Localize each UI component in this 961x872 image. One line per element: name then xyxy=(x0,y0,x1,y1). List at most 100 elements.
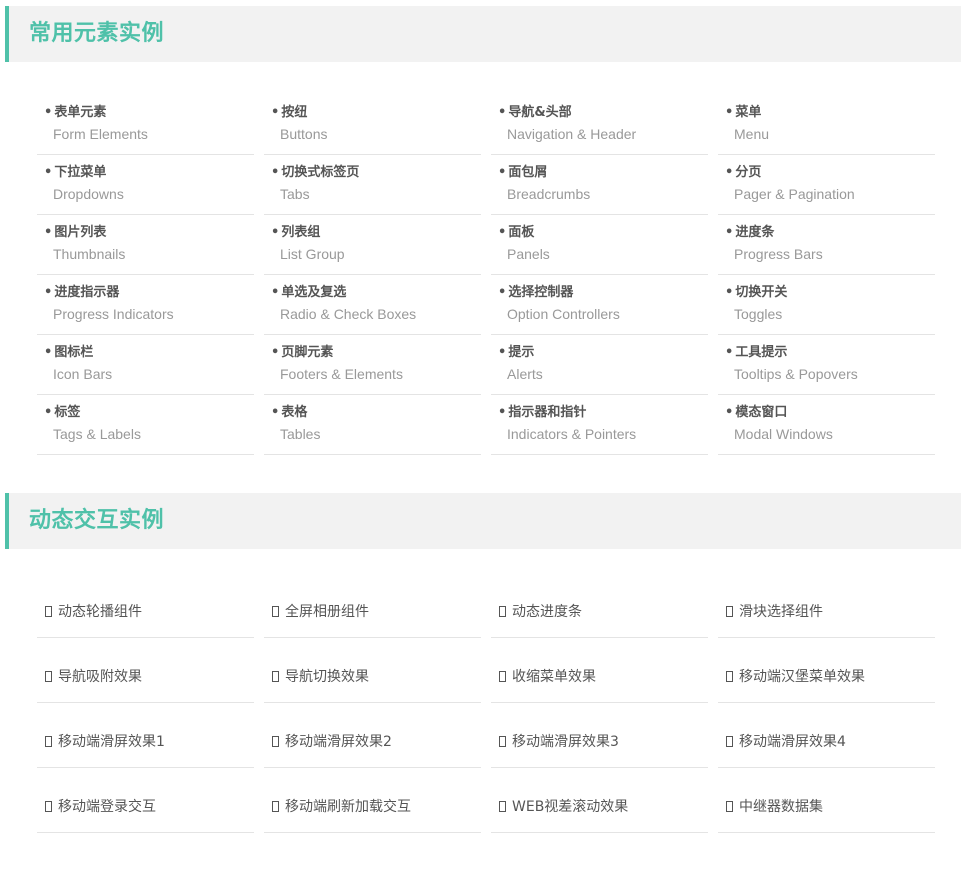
element-card-cn: 单选及复选 xyxy=(281,285,347,300)
page-icon xyxy=(726,801,733,812)
element-card-en: Indicators & Pointers xyxy=(507,426,637,442)
section-title: 动态交互实例 xyxy=(29,508,165,533)
element-card-cn: 进度条 xyxy=(735,225,775,240)
element-card-title: • 面板 xyxy=(498,224,708,242)
example-link[interactable]: 移动端滑屏效果3 xyxy=(491,703,708,768)
example-link[interactable]: 收缩菜单效果 xyxy=(491,638,708,703)
element-card[interactable]: • 下拉菜单 Dropdowns xyxy=(37,155,254,215)
example-link[interactable]: 移动端滑屏效果4 xyxy=(718,703,935,768)
element-card[interactable]: • 模态窗口 Modal Windows xyxy=(718,395,935,455)
element-card-title: • 指示器和指针 xyxy=(498,404,708,422)
example-link[interactable]: 导航切换效果 xyxy=(264,638,481,703)
element-card-en: Thumbnails xyxy=(53,246,126,262)
element-card[interactable]: • 页脚元素 Footers & Elements xyxy=(264,335,481,395)
example-link-label: 动态进度条 xyxy=(512,604,582,620)
element-card-cn: 工具提示 xyxy=(735,345,788,360)
example-link[interactable]: 移动端滑屏效果2 xyxy=(264,703,481,768)
page-icon xyxy=(45,801,52,812)
element-card[interactable]: • 表格 Tables xyxy=(264,395,481,455)
example-link[interactable]: 移动端滑屏效果1 xyxy=(37,703,254,768)
page-icon xyxy=(499,801,506,812)
bullet-icon: • xyxy=(725,225,734,240)
element-card[interactable]: • 进度指示器 Progress Indicators xyxy=(37,275,254,335)
bullet-icon: • xyxy=(44,165,53,180)
example-link[interactable]: 导航吸附效果 xyxy=(37,638,254,703)
element-card-en: Radio & Check Boxes xyxy=(280,306,417,322)
element-card-cn: 面板 xyxy=(508,225,535,240)
element-card-cn: 切换开关 xyxy=(735,285,788,300)
element-card-cn: 选择控制器 xyxy=(508,285,574,300)
example-link-label: 移动端登录交互 xyxy=(58,799,156,815)
element-card[interactable]: • 选择控制器 Option Controllers xyxy=(491,275,708,335)
element-card-cn: 提示 xyxy=(508,345,535,360)
example-link[interactable]: 移动端汉堡菜单效果 xyxy=(718,638,935,703)
element-card-title: • 图片列表 xyxy=(44,224,254,242)
example-link-label: WEB视差滚动效果 xyxy=(512,799,629,815)
element-card[interactable]: • 列表组 List Group xyxy=(264,215,481,275)
page-icon xyxy=(726,671,733,682)
element-card-en: Icon Bars xyxy=(53,366,113,382)
bullet-icon: • xyxy=(271,105,280,120)
element-card-en: Option Controllers xyxy=(507,306,620,322)
element-card-title: • 表单元素 xyxy=(44,104,254,122)
element-card[interactable]: • 工具提示 Tooltips & Popovers xyxy=(718,335,935,395)
element-card[interactable]: • 图片列表 Thumbnails xyxy=(37,215,254,275)
element-card[interactable]: • 分页 Pager & Pagination xyxy=(718,155,935,215)
element-card-en: Tooltips & Popovers xyxy=(734,366,858,382)
element-card-en: Progress Bars xyxy=(734,246,823,262)
element-card-en: Dropdowns xyxy=(53,186,124,202)
element-card-cn: 图标栏 xyxy=(54,345,94,360)
example-link-label: 移动端滑屏效果2 xyxy=(285,734,392,750)
element-card-en: Breadcrumbs xyxy=(507,186,591,202)
element-card[interactable]: • 导航&头部 Navigation & Header xyxy=(491,95,708,155)
bullet-icon: • xyxy=(44,225,53,240)
element-card-cn: 指示器和指针 xyxy=(508,405,587,420)
element-card-en: Pager & Pagination xyxy=(734,186,855,202)
example-link[interactable]: 滑块选择组件 xyxy=(718,573,935,638)
example-link[interactable]: 动态轮播组件 xyxy=(37,573,254,638)
example-link[interactable]: 移动端登录交互 xyxy=(37,768,254,833)
element-card-title: • 分页 xyxy=(725,164,935,182)
example-link[interactable]: 全屏相册组件 xyxy=(264,573,481,638)
element-card-title: • 下拉菜单 xyxy=(44,164,254,182)
element-card[interactable]: • 指示器和指针 Indicators & Pointers xyxy=(491,395,708,455)
element-card-en: Toggles xyxy=(734,306,783,322)
page-icon xyxy=(726,736,733,747)
bullet-icon: • xyxy=(44,105,53,120)
element-card-title: • 提示 xyxy=(498,344,708,362)
element-card[interactable]: • 切换式标签页 Tabs xyxy=(264,155,481,215)
element-card-cn: 下拉菜单 xyxy=(54,165,107,180)
element-card-cn: 页脚元素 xyxy=(281,345,334,360)
element-card[interactable]: • 提示 Alerts xyxy=(491,335,708,395)
element-card-title: • 模态窗口 xyxy=(725,404,935,422)
bullet-icon: • xyxy=(44,345,53,360)
element-card-cn: 进度指示器 xyxy=(54,285,120,300)
element-card-title: • 选择控制器 xyxy=(498,284,708,302)
element-card[interactable]: • 单选及复选 Radio & Check Boxes xyxy=(264,275,481,335)
element-card-cn: 按纽 xyxy=(281,105,308,120)
element-card[interactable]: • 图标栏 Icon Bars xyxy=(37,335,254,395)
example-link[interactable]: WEB视差滚动效果 xyxy=(491,768,708,833)
element-card[interactable]: • 面包屑 Breadcrumbs xyxy=(491,155,708,215)
element-card[interactable]: • 菜单 Menu xyxy=(718,95,935,155)
element-card-cn: 切换式标签页 xyxy=(281,165,360,180)
element-card[interactable]: • 进度条 Progress Bars xyxy=(718,215,935,275)
bullet-icon: • xyxy=(725,105,734,120)
bullet-icon: • xyxy=(498,405,507,420)
example-link[interactable]: 动态进度条 xyxy=(491,573,708,638)
element-card[interactable]: • 按纽 Buttons xyxy=(264,95,481,155)
example-link[interactable]: 移动端刷新加载交互 xyxy=(264,768,481,833)
example-link-label: 导航切换效果 xyxy=(285,669,369,685)
element-card[interactable]: • 面板 Panels xyxy=(491,215,708,275)
element-card[interactable]: • 切换开关 Toggles xyxy=(718,275,935,335)
section-header-interactive: 动态交互实例 xyxy=(5,493,961,549)
example-link[interactable]: 中继器数据集 xyxy=(718,768,935,833)
element-card[interactable]: • 标签 Tags & Labels xyxy=(37,395,254,455)
element-card[interactable]: • 表单元素 Form Elements xyxy=(37,95,254,155)
element-card-title: • 切换式标签页 xyxy=(271,164,481,182)
page-icon xyxy=(272,801,279,812)
bullet-icon: • xyxy=(44,285,53,300)
element-card-cn: 表格 xyxy=(281,405,308,420)
example-link-label: 动态轮播组件 xyxy=(58,604,142,620)
example-link-label: 移动端滑屏效果1 xyxy=(58,734,165,750)
